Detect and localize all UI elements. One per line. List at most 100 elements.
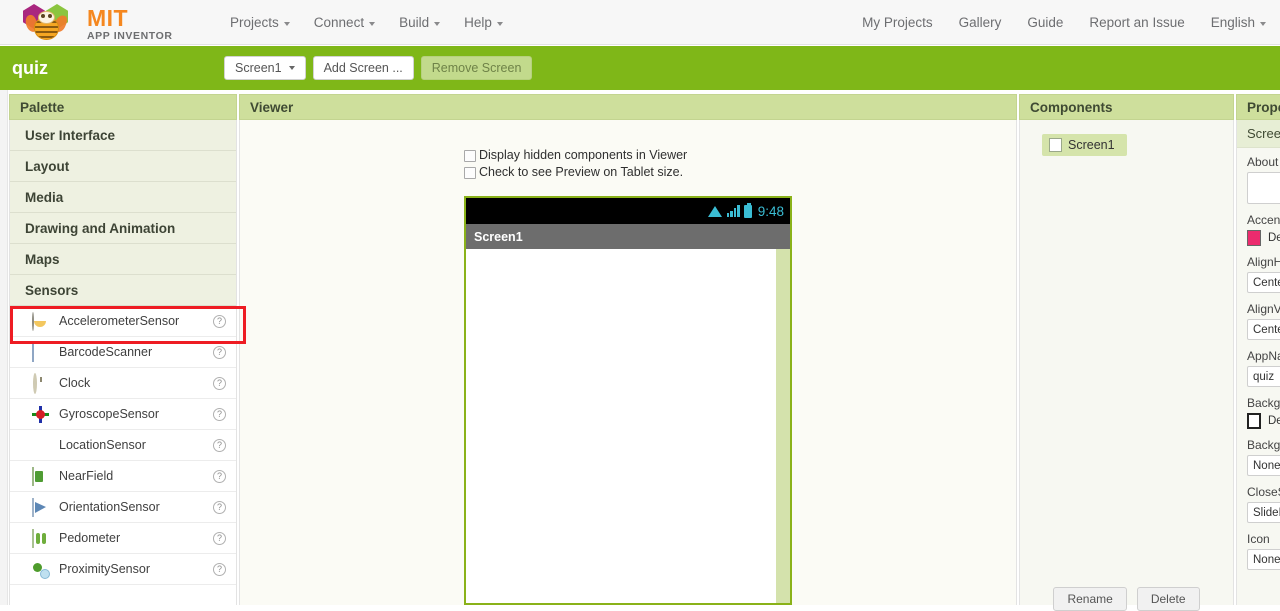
- phone-status-time: 9:48: [757, 203, 784, 219]
- checkbox-box[interactable]: [464, 167, 476, 179]
- align-horizontal-select[interactable]: Cente: [1247, 272, 1280, 293]
- rename-button[interactable]: Rename: [1053, 587, 1127, 611]
- clock-icon: [32, 372, 49, 394]
- properties-panel: Prope Scree About Accen De AlignH Cente …: [1236, 94, 1280, 605]
- help-icon[interactable]: ?: [213, 407, 226, 421]
- app-name-input[interactable]: quiz: [1247, 366, 1280, 387]
- menu-item-projects[interactable]: Projects: [230, 15, 290, 30]
- palette-item-clock[interactable]: Clock ?: [10, 368, 236, 399]
- component-tree-item-screen1[interactable]: Screen1: [1042, 134, 1127, 156]
- palette-item-accelerometersensor[interactable]: AccelerometerSensor ?: [10, 306, 236, 337]
- color-swatch-icon: [1247, 230, 1261, 246]
- property-row-about: About: [1237, 148, 1280, 206]
- screen-selector-dropdown[interactable]: Screen1: [224, 56, 306, 80]
- help-icon[interactable]: ?: [213, 376, 226, 390]
- menu-item-help[interactable]: Help: [464, 15, 503, 30]
- components-actions: Rename Delete: [1020, 587, 1233, 611]
- align-vertical-select[interactable]: Cente: [1247, 319, 1280, 340]
- menu-item-connect[interactable]: Connect: [313, 15, 376, 30]
- palette-category-layout[interactable]: Layout: [10, 151, 236, 182]
- accent-color-picker[interactable]: De: [1247, 230, 1280, 246]
- add-screen-button[interactable]: Add Screen ...: [312, 56, 414, 80]
- proximity-icon: [32, 561, 49, 578]
- property-label: AlignV: [1247, 302, 1280, 316]
- menu-item-gallery-label: Gallery: [958, 15, 1002, 30]
- top-navigation-bar: MIT APP INVENTOR Projects Connect Build …: [0, 0, 1280, 45]
- palette-item-label: Pedometer: [59, 531, 121, 545]
- viewer-body[interactable]: Display hidden components in Viewer Chec…: [239, 120, 1017, 605]
- bee-eye-left-icon: [41, 14, 45, 18]
- menu-item-guide[interactable]: Guide: [1027, 15, 1063, 30]
- help-icon[interactable]: ?: [213, 345, 226, 359]
- component-tree-item-label: Screen1: [1068, 138, 1115, 152]
- icon-select[interactable]: None.: [1247, 549, 1280, 570]
- palette-category-media[interactable]: Media: [10, 182, 236, 213]
- property-row-close-screen-animation: CloseS SlideH: [1237, 478, 1280, 525]
- checkbox-label: Check to see Preview on Tablet size.: [479, 165, 684, 179]
- palette-item-barcodescanner[interactable]: BarcodeScanner ?: [10, 337, 236, 368]
- property-label: AlignH: [1247, 255, 1280, 269]
- menu-item-report-an-issue[interactable]: Report an Issue: [1089, 15, 1184, 30]
- palette-category-user-interface[interactable]: User Interface: [10, 120, 236, 151]
- menu-item-connect-label: Connect: [313, 15, 365, 30]
- checkbox-box[interactable]: [464, 150, 476, 162]
- chevron-down-icon: [283, 21, 290, 26]
- pedometer-icon: [32, 528, 49, 548]
- location-pin-icon: [32, 437, 49, 454]
- palette-item-gyroscopesensor[interactable]: GyroscopeSensor ?: [10, 399, 236, 430]
- property-row-icon: Icon None.: [1237, 525, 1280, 572]
- background-image-select[interactable]: None.: [1247, 455, 1280, 476]
- palette-category-sensors[interactable]: Sensors: [10, 275, 236, 306]
- menu-item-guide-label: Guide: [1027, 15, 1064, 30]
- help-icon[interactable]: ?: [213, 469, 226, 483]
- menu-item-projects-label: Projects: [230, 15, 279, 30]
- menu-item-my-projects-label: My Projects: [862, 15, 933, 30]
- menu-item-build[interactable]: Build: [399, 15, 441, 30]
- language-selector[interactable]: English: [1211, 15, 1266, 30]
- palette-item-proximitysensor[interactable]: ProximitySensor ?: [10, 554, 236, 585]
- components-panel: Components Screen1 Rename Delete: [1019, 94, 1234, 611]
- remove-screen-button[interactable]: Remove Screen: [420, 56, 533, 80]
- components-body: Screen1 Rename Delete: [1019, 120, 1234, 611]
- palette-category-drawing-and-animation[interactable]: Drawing and Animation: [10, 213, 236, 244]
- help-icon[interactable]: ?: [213, 500, 226, 514]
- help-icon[interactable]: ?: [213, 314, 226, 328]
- screen-controls: Screen1 Add Screen ... Remove Screen: [224, 46, 533, 90]
- chevron-down-icon: [496, 21, 503, 26]
- properties-header: Prope: [1236, 94, 1280, 120]
- checkbox-preview-tablet-size[interactable]: Check to see Preview on Tablet size.: [464, 165, 687, 179]
- menu-item-gallery[interactable]: Gallery: [959, 15, 1002, 30]
- background-color-value: De: [1268, 415, 1280, 427]
- chevron-down-icon: [1260, 21, 1266, 26]
- mit-app-inventor-logo[interactable]: MIT APP INVENTOR: [22, 3, 173, 43]
- palette-item-pedometer[interactable]: Pedometer ?: [10, 523, 236, 554]
- palette-category-label: Layout: [25, 158, 70, 174]
- accent-color-value: De: [1268, 232, 1280, 244]
- phone-preview[interactable]: 9:48 Screen1: [464, 196, 792, 605]
- about-screen-textarea[interactable]: [1247, 172, 1280, 204]
- workspace: Palette User Interface Layout Media Draw…: [0, 90, 1280, 611]
- phone-screen-canvas[interactable]: [466, 249, 790, 603]
- account-menu: My Projects Gallery Guide Report an Issu…: [862, 0, 1266, 45]
- help-icon[interactable]: ?: [213, 438, 226, 452]
- palette-category-label: User Interface: [25, 127, 116, 143]
- palette-item-locationsensor[interactable]: LocationSensor ?: [10, 430, 236, 461]
- delete-button[interactable]: Delete: [1136, 587, 1200, 611]
- help-icon[interactable]: ?: [213, 562, 226, 576]
- palette-item-label: LocationSensor: [59, 438, 146, 452]
- palette-category-maps[interactable]: Maps: [10, 244, 236, 275]
- phone-scrollbar[interactable]: [776, 249, 790, 603]
- checkbox-display-hidden-components[interactable]: Display hidden components in Viewer: [464, 148, 687, 162]
- property-label: AppNa: [1247, 349, 1280, 363]
- property-label: Icon: [1247, 532, 1270, 546]
- help-icon[interactable]: ?: [213, 531, 226, 545]
- left-gutter: [0, 90, 8, 605]
- palette-item-nearfield[interactable]: NearField ?: [10, 461, 236, 492]
- close-screen-animation-select[interactable]: SlideH: [1247, 502, 1280, 523]
- palette-item-orientationsensor[interactable]: OrientationSensor ?: [10, 492, 236, 523]
- palette-category-label: Maps: [25, 251, 60, 267]
- menu-item-my-projects[interactable]: My Projects: [862, 15, 933, 30]
- palette-body[interactable]: User Interface Layout Media Drawing and …: [9, 120, 237, 605]
- background-color-picker[interactable]: De: [1247, 413, 1280, 429]
- bee-logo-icon: [22, 3, 80, 43]
